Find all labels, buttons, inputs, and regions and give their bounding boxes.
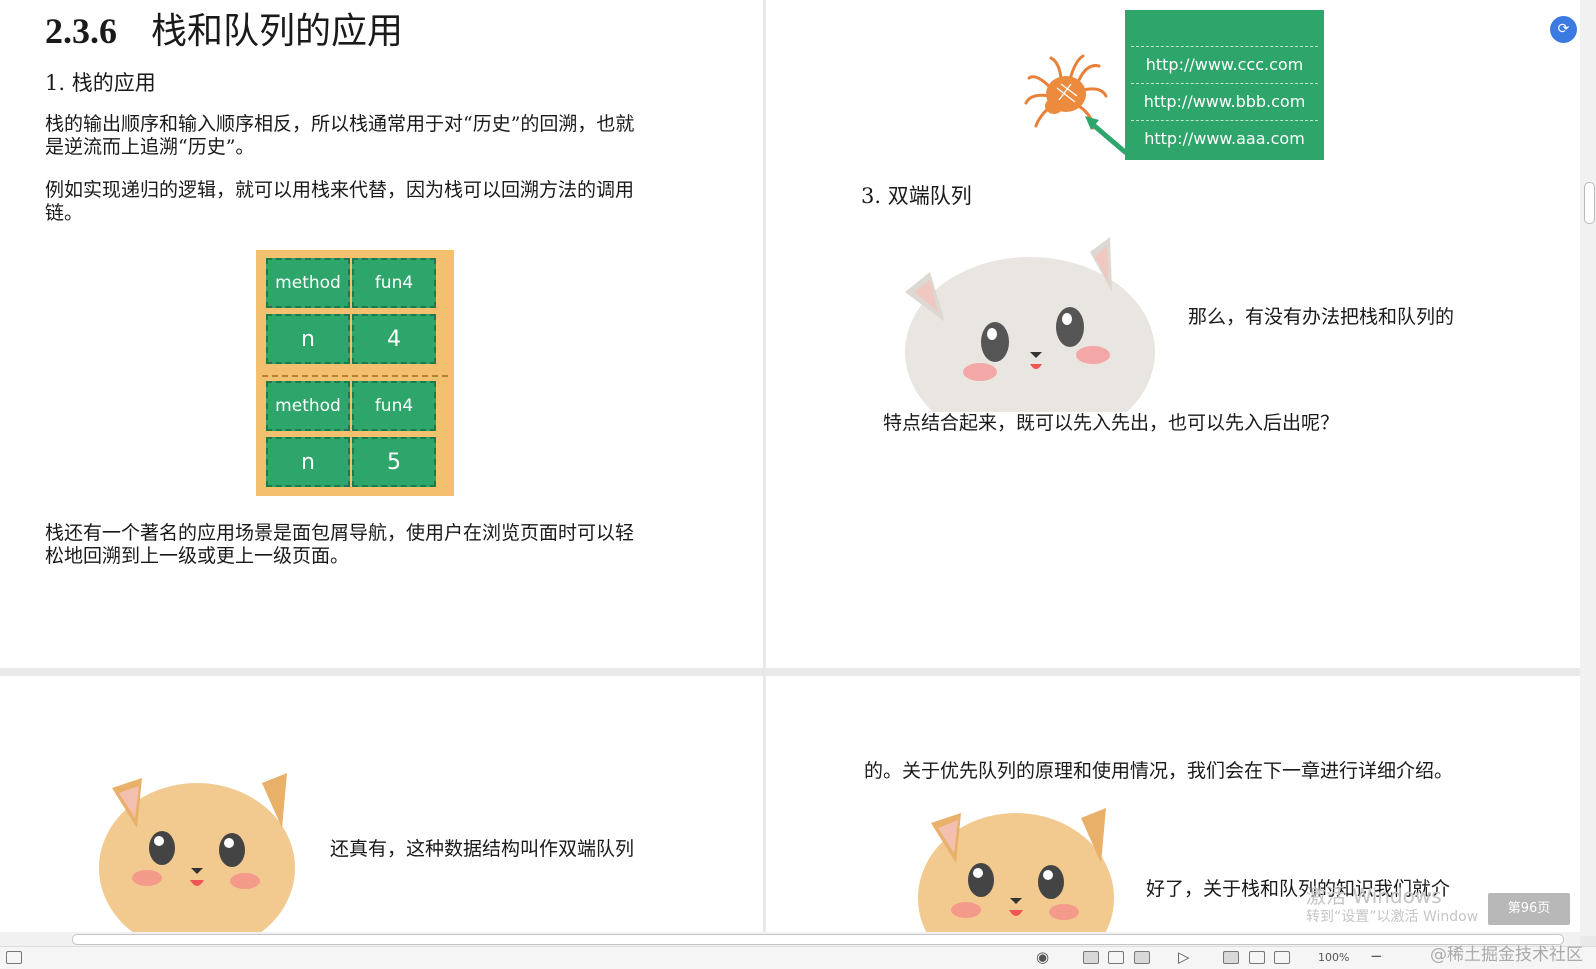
activation-watermark-sub: 转到“设置”以激活 Window	[1306, 909, 1479, 925]
activation-watermark-title: 激活 Windows	[1306, 884, 1442, 908]
paragraph-line: 例如实现递归的逻辑，就可以用栈来代替，因为栈可以回溯方法的调用	[45, 179, 635, 201]
page-number-badge: 第96页	[1488, 893, 1570, 925]
sidebar-toggle-icon[interactable]	[6, 951, 22, 964]
document-page-bottom-right: 的。关于优先队列的原理和使用情况，我们会在下一章进行详细介绍。 好了，关于栈和队…	[766, 676, 1580, 936]
url-entry: http://www.aaa.com	[1144, 129, 1305, 148]
subheading-deque: 3. 双端队列	[861, 184, 972, 208]
question-line-2: 特点结合起来，既可以先入先出，也可以先入后出呢？	[883, 412, 1340, 434]
zoom-out-icon[interactable]: −	[1370, 947, 1383, 965]
paragraph-line: 是逆流而上追溯“历史”。	[45, 136, 255, 158]
frame2-value-n: 5	[352, 437, 436, 487]
vertical-scroll-thumb[interactable]	[1584, 182, 1595, 224]
two-page-view-icon[interactable]	[1134, 951, 1150, 964]
url-history-stack: http://www.ccc.com http://www.bbb.com ht…	[1125, 10, 1324, 160]
frame2-value-method: fun4	[352, 381, 436, 431]
paragraph-line: 链。	[45, 202, 84, 224]
continuous-view-icon[interactable]	[1108, 951, 1124, 964]
frame1-value-n: 4	[352, 314, 436, 364]
fit-width-icon[interactable]	[1249, 951, 1265, 964]
subheading-stack-use: 1. 栈的应用	[45, 71, 156, 95]
frame-divider	[262, 375, 448, 377]
spider-icon	[1024, 54, 1128, 155]
single-page-view-icon[interactable]	[1083, 951, 1099, 964]
zoom-level[interactable]: 100%	[1318, 951, 1349, 964]
paragraph-line: 栈的输出顺序和输入顺序相反，所以栈通常用于对“历史”的回溯，也就	[45, 113, 635, 135]
section-title: 栈和队列的应用	[151, 11, 404, 51]
section-number: 2.3.6	[45, 11, 117, 51]
question-line-1: 那么，有没有办法把栈和队列的	[1188, 306, 1455, 328]
fit-page-icon[interactable]	[1223, 951, 1239, 964]
horizontal-scroll-thumb[interactable]	[72, 934, 1564, 945]
url-entry: http://www.bbb.com	[1143, 92, 1306, 111]
deque-answer-text: 还真有，这种数据结构叫作双端队列	[330, 838, 635, 860]
section-heading: 2.3.6 栈和队列的应用	[45, 2, 403, 54]
stack-frames-illustration: method fun4 n 4 method fun4 n 5	[256, 250, 454, 496]
frame1-value-method: fun4	[352, 258, 436, 308]
priority-queue-text: 的。关于优先队列的原理和使用情况，我们会在下一章进行详细介绍。	[864, 760, 1454, 782]
document-page-bottom-left: 还真有，这种数据结构叫作双端队列	[0, 676, 763, 936]
url-entry: http://www.ccc.com	[1145, 55, 1304, 74]
sync-icon[interactable]: ⟳	[1550, 16, 1577, 43]
eye-protect-icon[interactable]: ◉	[1036, 948, 1049, 966]
play-icon[interactable]: ▷	[1178, 948, 1190, 966]
vertical-scrollbar[interactable]	[1580, 0, 1596, 936]
community-credit: @稀土掘金技术社区	[1430, 945, 1583, 965]
paragraph-line: 松地回溯到上一级或更上一级页面。	[45, 545, 350, 567]
status-bar: ◉ ▷ 100% −	[0, 946, 1596, 969]
frame2-key-n: n	[266, 437, 350, 487]
actual-size-icon[interactable]	[1274, 951, 1290, 964]
frame2-key-method: method	[266, 381, 350, 431]
orange-cat-illustration	[99, 773, 295, 936]
frame1-key-n: n	[266, 314, 350, 364]
paragraph-line: 栈还有一个著名的应用场景是面包屑导航，使用户在浏览页面时可以轻	[45, 522, 635, 544]
orange-cat-illustration	[918, 808, 1114, 936]
gray-cat-illustration	[905, 237, 1155, 412]
frame1-key-method: method	[266, 258, 350, 308]
document-page-top-left: 2.3.6 栈和队列的应用 1. 栈的应用 栈的输出顺序和输入顺序相反，所以栈通常…	[0, 0, 763, 668]
